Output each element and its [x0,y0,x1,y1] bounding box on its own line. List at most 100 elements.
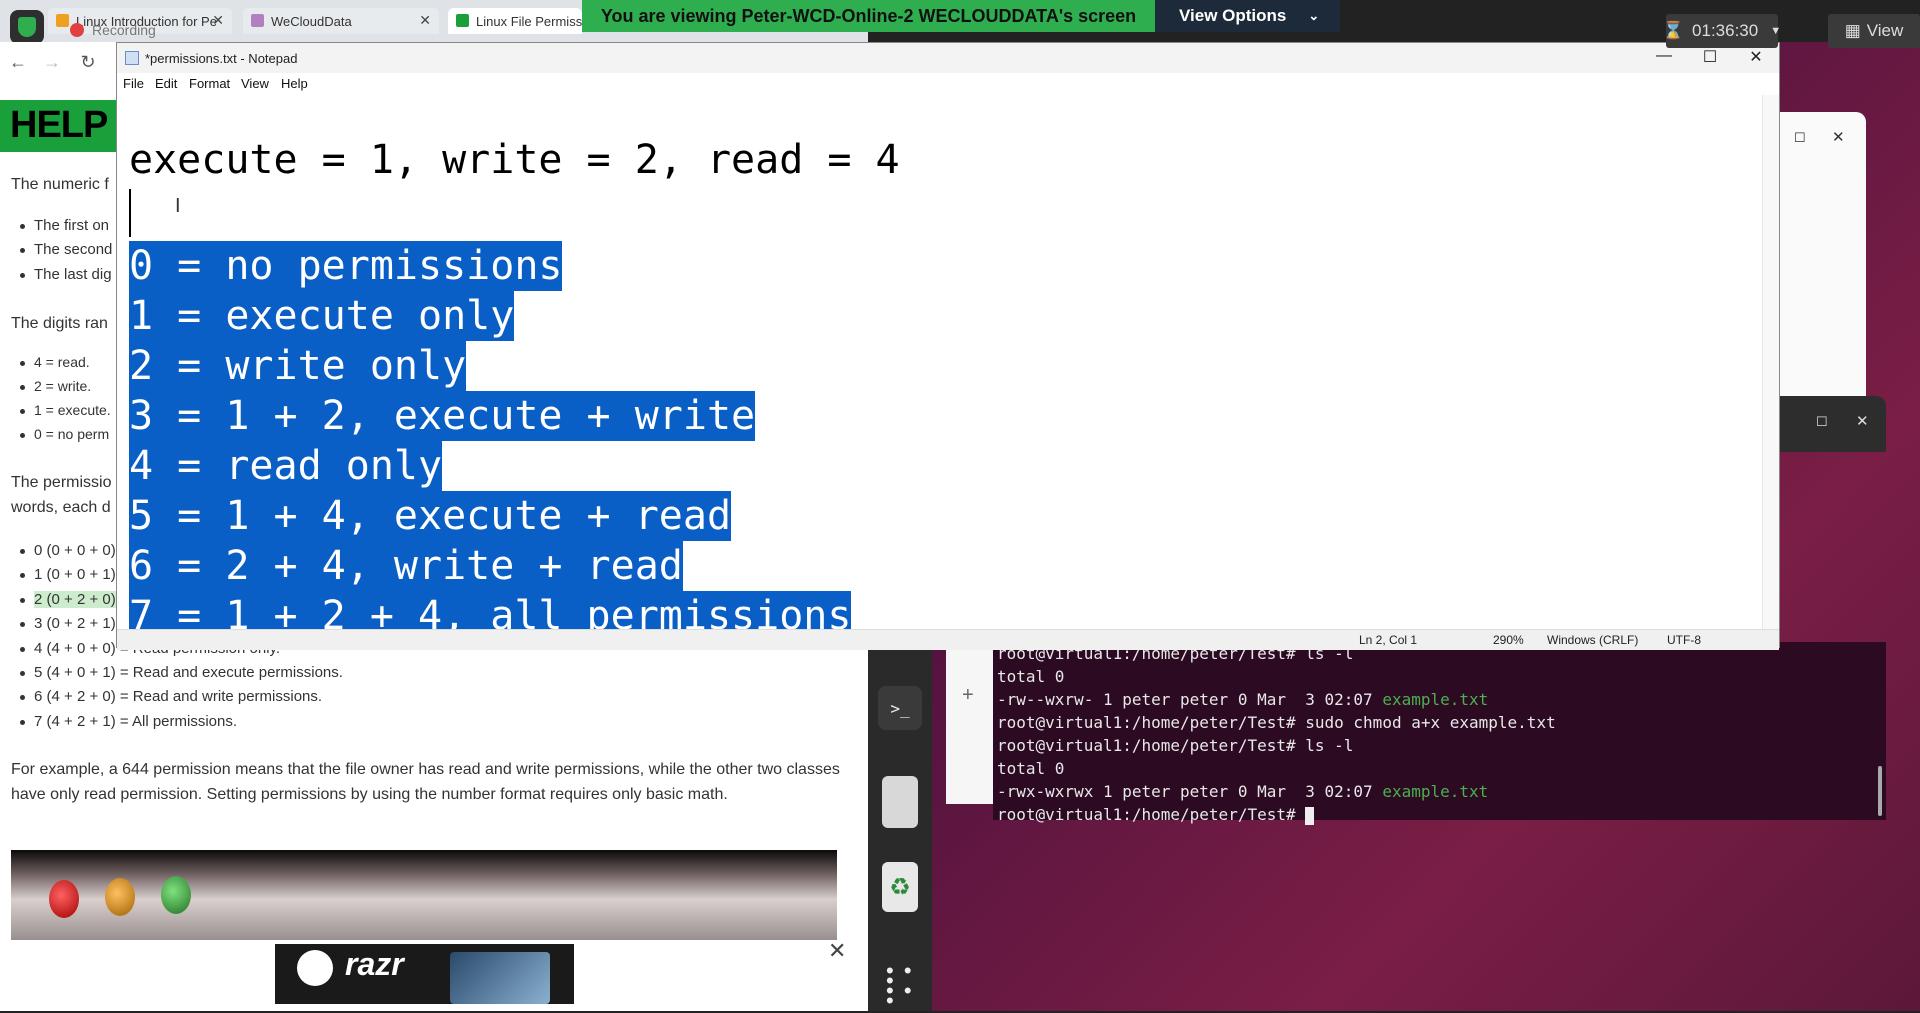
list-item-highlighted: 2 (0 + 2 + 0) [20,591,116,608]
paragraph: words, each d [11,499,111,516]
terminal-tabbar: + [946,642,994,804]
ibeam-cursor-icon: I [175,195,181,217]
terminal-app-icon[interactable]: >_ [878,686,922,730]
session-timer[interactable]: ⌛ 01:36:30 ▼ [1662,14,1782,48]
background-window: ☐ ✕ [1780,112,1866,396]
tab-file-permissions[interactable]: Linux File Permissio [448,8,582,34]
chevron-down-icon: ▼ [1770,25,1782,37]
terminal-prompt[interactable]: root@virtual1:/home/peter/Test# [997,803,1315,826]
list-item: 1 (0 + 0 + 1) [20,566,116,583]
view-button-label: View [1866,21,1904,40]
background-window-dark: ☐ ✕ [1780,396,1886,452]
close-icon[interactable]: ✕ [1832,128,1845,146]
maximize-icon[interactable]: ☐ [1794,130,1806,146]
ubuntu-dock: >_ ♻ • • • • • • [868,640,932,1012]
list-item: 3 (0 + 2 + 1) [20,615,116,632]
maximize-icon[interactable]: ☐ [1687,47,1733,67]
paragraph: The digits ran [11,315,108,332]
terminal-line: -rwx-wxrwx 1 peter peter 0 Mar 3 02:07 e… [997,782,1489,801]
paragraph: For example, a 644 permission means that… [11,761,840,803]
timer-value: 01:36:30 [1692,21,1759,40]
list-item: 0 (0 + 0 + 0) [20,542,116,559]
selected-text-line: 6 = 2 + 4, write + read [129,541,683,591]
trash-icon[interactable]: ♻ [882,862,918,912]
window-title: *permissions.txt - Notepad [145,51,298,66]
selected-text-line: 1 = execute only [129,291,515,341]
text-line: execute = 1, write = 2, read = 4 [129,137,900,183]
terminal-line: -rw--wxrw- 1 peter peter 0 Mar 3 02:07 e… [997,690,1489,709]
terminal-line: root@virtual1:/home/peter/Test# sudo chm… [997,713,1556,732]
close-icon[interactable]: ✕ [1733,47,1779,67]
list-item: 1 = execute. [20,402,111,418]
view-options-button[interactable]: View Options ⌄ [1155,0,1340,32]
files-app-icon[interactable] [882,776,918,828]
paragraph: The numeric f [11,176,109,193]
selected-text-line: 0 = no permissions [129,241,563,291]
terminal-line: root@virtual1:/home/peter/Test# ls -l [997,736,1354,755]
list-item: The last dig [20,266,112,283]
list-item: 5 (4 + 0 + 1) = Read and execute permiss… [20,664,343,681]
forward-icon[interactable]: → [40,52,64,73]
maximize-icon[interactable]: ☐ [1816,414,1828,430]
text-cursor-line [129,189,131,249]
terminal-scrollbar[interactable] [1878,766,1882,816]
terminal-window[interactable]: root@virtual1:/home/peter/Test# ls -l to… [993,642,1886,825]
menu-edit[interactable]: Edit [155,76,177,91]
back-icon[interactable]: ← [6,52,30,73]
selected-text-line: 5 = 1 + 4, execute + read [129,491,732,541]
app-grid-icon[interactable]: • • • • • • [886,960,916,1012]
selected-text-line: 4 = read only [129,441,443,491]
text-caret [129,189,131,237]
close-icon[interactable]: ✕ [419,12,431,29]
close-icon[interactable]: ✕ [212,12,224,29]
close-icon[interactable]: ✕ [1856,412,1869,430]
chevron-down-icon: ⌄ [1308,8,1320,23]
minimize-icon[interactable]: — [1641,47,1687,65]
ad-banner[interactable]: razr [275,944,574,1004]
grid-icon: ▦ [1844,21,1861,40]
selected-text-line: 2 = write only [129,341,467,391]
view-options-label: View Options [1179,6,1287,25]
screen-share-banner: You are viewing Peter-WCD-Online-2 WECLO… [582,0,1155,32]
ad-logo-icon [297,950,333,986]
record-icon [70,23,84,37]
terminal-cursor [1305,806,1315,825]
new-tab-icon[interactable]: + [962,684,974,707]
menu-help[interactable]: Help [281,76,308,91]
encoding: UTF-8 [1667,633,1701,647]
terminal-line: total 0 [997,759,1065,778]
list-item: 0 = no perm [20,426,109,442]
notepad-titlebar[interactable]: *permissions.txt - Notepad — ☐ ✕ [117,43,1779,73]
recording-indicator: Recording [70,22,156,38]
vertical-scrollbar[interactable] [1762,95,1779,629]
tab-label: Linux File Permissio [476,13,582,29]
menu-file[interactable]: File [123,76,144,91]
recording-label: Recording [92,22,156,38]
terminal-line: total 0 [997,667,1065,686]
notepad-statusbar: Ln 2, Col 1 290% Windows (CRLF) UTF-8 [117,629,1779,650]
hourglass-icon: ⌛ [1662,21,1685,40]
notepad-icon [125,51,139,65]
bookmark-icon [456,14,469,27]
list-item: 2 = write. [20,378,91,394]
menu-format[interactable]: Format [189,76,230,91]
notepad-editor[interactable]: execute = 1, write = 2, read = 4 I 0 = n… [117,95,1765,653]
shield-icon[interactable] [10,10,44,44]
notepad-window: *permissions.txt - Notepad — ☐ ✕ File Ed… [116,42,1780,650]
list-item: The first on [20,217,109,234]
reload-icon[interactable]: ↻ [76,52,100,73]
paragraph: The permissio [11,474,112,491]
ad-close-icon[interactable]: ✕ [828,938,846,964]
selected-text-line: 3 = 1 + 2, execute + write [129,391,756,441]
cursor-position: Ln 2, Col 1 [1359,633,1418,647]
tab-wecloud[interactable]: WeCloudData ✕ [243,8,439,34]
bookmark-icon [56,14,69,27]
notepad-menubar: File Edit Format View Help [117,73,1779,95]
view-button[interactable]: ▦ View [1828,14,1920,48]
ad-product-image [450,952,550,1004]
line-ending: Windows (CRLF) [1547,633,1639,647]
heart-icon [251,14,264,27]
menu-view[interactable]: View [241,76,269,91]
list-item: The second [20,241,112,258]
list-item: 4 = read. [20,354,90,370]
